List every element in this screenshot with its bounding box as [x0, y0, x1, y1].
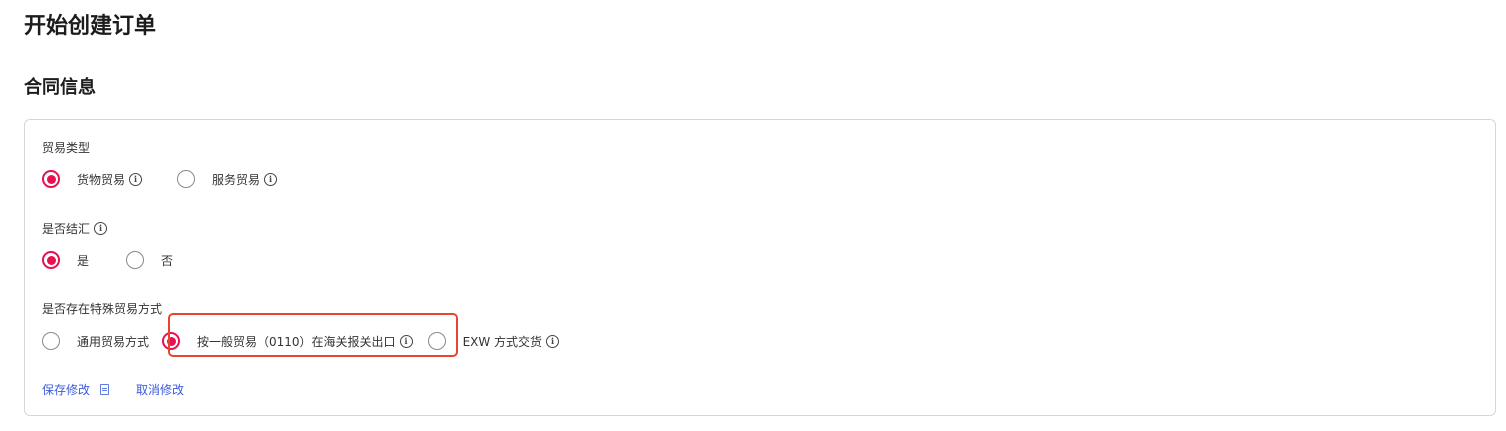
special-trade-option-customs-export[interactable]: 按一般贸易（0110）在海关报关出口 i: [162, 332, 413, 350]
trade-type-radio-group: 货物贸易 i 服务贸易 i: [42, 170, 278, 188]
special-trade-label-text: 是否存在特殊贸易方式: [42, 302, 163, 316]
cancel-changes-link[interactable]: 取消修改: [136, 381, 184, 398]
settlement-option-yes[interactable]: 是: [42, 251, 89, 269]
option-label: 货物贸易: [77, 172, 126, 187]
contract-info-card: 贸易类型 货物贸易 i 服务贸易 i 是否结汇 i 是 否 是否存在特殊贸易方式: [24, 119, 1496, 416]
info-icon[interactable]: i: [264, 172, 278, 186]
special-trade-radio-group: 通用贸易方式 按一般贸易（0110）在海关报关出口 i EXW 方式交货 i: [42, 332, 560, 350]
radio-checked-icon[interactable]: [42, 170, 60, 188]
radio-unchecked-icon[interactable]: [177, 170, 196, 188]
special-trade-option-general[interactable]: 通用贸易方式: [42, 332, 149, 350]
radio-unchecked-icon[interactable]: [42, 332, 60, 350]
trade-type-label: 贸易类型: [42, 139, 90, 156]
option-label: 按一般贸易（0110）在海关报关出口: [197, 334, 396, 349]
trade-type-option-goods[interactable]: 货物贸易 i: [42, 170, 143, 188]
form-actions: 保存修改 取消修改: [42, 381, 184, 398]
option-label: 是: [77, 253, 90, 268]
trade-type-label-text: 贸易类型: [42, 141, 91, 155]
radio-unchecked-icon[interactable]: [427, 332, 446, 350]
info-icon[interactable]: i: [399, 334, 413, 348]
info-icon[interactable]: i: [546, 334, 560, 348]
page-title: 开始创建订单: [24, 14, 157, 39]
settlement-radio-group: 是 否: [42, 251, 173, 269]
info-icon[interactable]: i: [129, 172, 143, 186]
radio-checked-icon[interactable]: [162, 332, 181, 350]
special-trade-label: 是否存在特殊贸易方式: [42, 300, 162, 317]
settlement-label-text: 是否结汇: [42, 222, 91, 236]
radio-checked-icon[interactable]: [42, 251, 60, 269]
radio-unchecked-icon[interactable]: [126, 251, 145, 269]
option-label: 否: [161, 253, 174, 268]
info-icon[interactable]: i: [94, 222, 108, 235]
save-changes-link[interactable]: 保存修改: [42, 381, 90, 398]
trade-type-option-service[interactable]: 服务贸易 i: [177, 170, 278, 188]
option-label: 通用贸易方式: [77, 334, 150, 349]
section-title: 合同信息: [24, 77, 96, 98]
settlement-label: 是否结汇 i: [42, 220, 108, 237]
option-label: EXW 方式交货: [462, 334, 543, 349]
special-trade-option-exw[interactable]: EXW 方式交货 i: [427, 332, 560, 350]
option-label: 服务贸易: [212, 172, 261, 187]
settlement-option-no[interactable]: 否: [126, 251, 173, 269]
document-icon[interactable]: [100, 384, 110, 395]
